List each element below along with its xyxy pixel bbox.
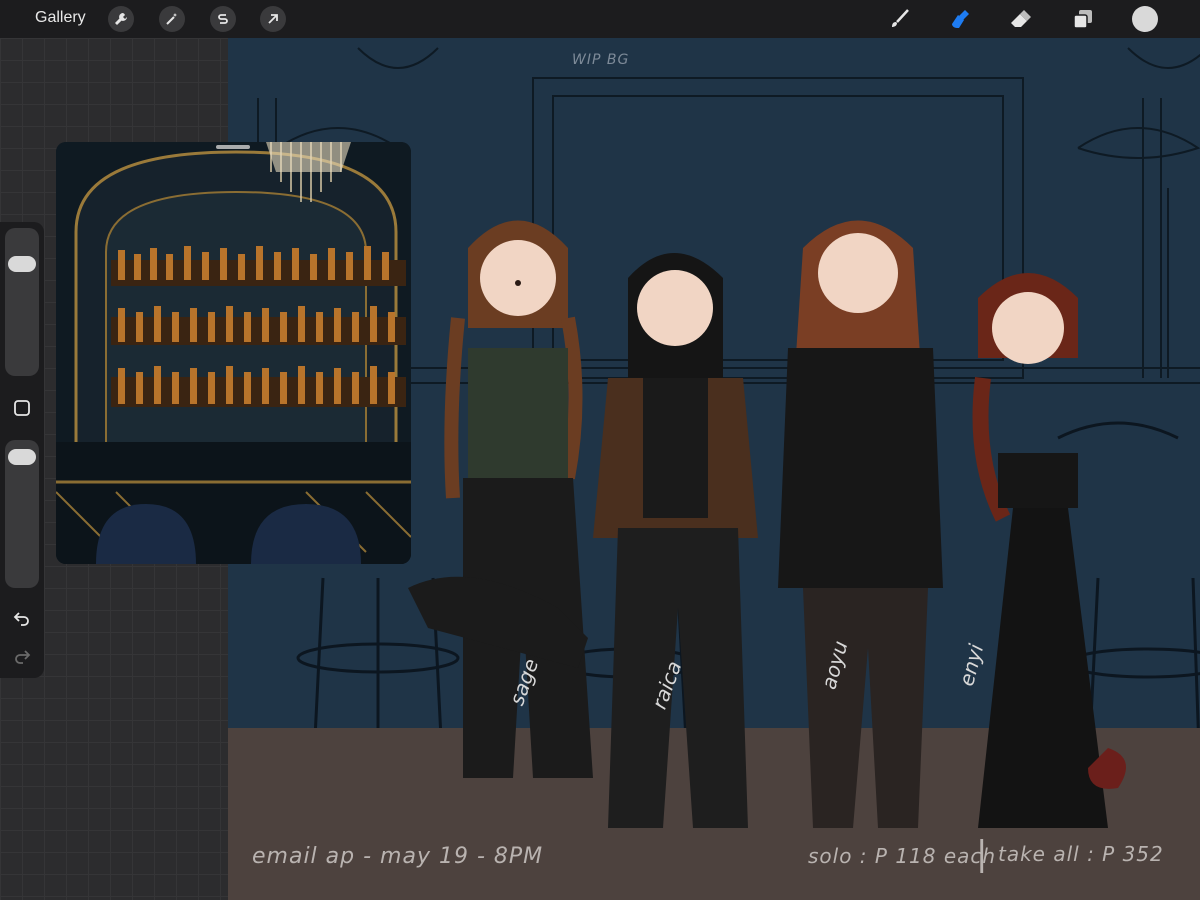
brush-size-thumb[interactable] [8, 256, 36, 273]
left-sidebar [0, 222, 44, 678]
characters-illustration [408, 220, 1126, 828]
selection-s-icon[interactable] [210, 6, 236, 32]
character-raica [593, 253, 758, 828]
wrench-icon[interactable] [108, 6, 134, 32]
top-toolbar: Gallery [0, 0, 1200, 38]
character-sage [408, 220, 593, 778]
bar-reference-photo [56, 142, 411, 564]
reference-image-window[interactable] [56, 142, 411, 564]
arrow-transform-icon[interactable] [260, 6, 286, 32]
character-aoyu [778, 220, 943, 828]
take-all-price-note: take all : P 352 [998, 842, 1164, 866]
brush-size-slider[interactable] [5, 228, 39, 376]
character-enyi [972, 273, 1126, 828]
gallery-button[interactable]: Gallery [35, 9, 86, 27]
solo-price-note: solo : P 118 each [808, 844, 997, 868]
smudge-icon[interactable] [946, 5, 974, 33]
wip-label: WIP BG [572, 52, 630, 68]
magic-wand-icon[interactable] [159, 6, 185, 32]
square-icon[interactable] [8, 394, 36, 422]
eraser-icon[interactable] [1006, 5, 1034, 33]
layers-icon[interactable] [1069, 5, 1097, 33]
undo-icon[interactable] [8, 604, 36, 632]
brush-icon[interactable] [886, 5, 914, 33]
opacity-slider[interactable] [5, 440, 39, 588]
email-note: email ap - may 19 - 8PM [252, 844, 544, 869]
opacity-thumb[interactable] [8, 449, 36, 466]
redo-icon[interactable] [8, 642, 36, 670]
price-divider: | [976, 834, 989, 874]
color-swatch[interactable] [1131, 5, 1159, 33]
reference-drag-handle[interactable] [216, 145, 250, 149]
